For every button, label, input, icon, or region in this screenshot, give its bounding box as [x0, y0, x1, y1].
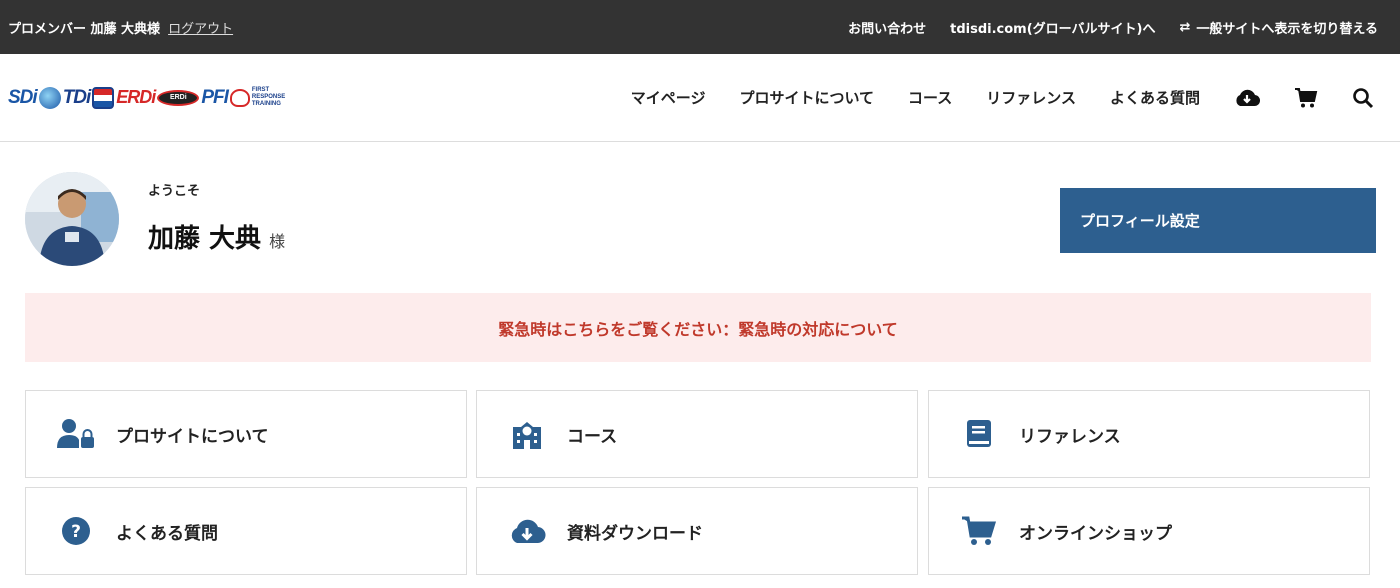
school-icon — [507, 414, 547, 454]
user-lock-icon — [56, 414, 96, 454]
emergency-alert-link[interactable]: 緊急時はこちらをご覧ください：緊急時の対応について — [25, 293, 1371, 362]
global-site-link[interactable]: tdisdi.com(グローバルサイト)へ — [950, 18, 1155, 37]
first-response-heart-icon — [229, 88, 250, 107]
card-label: オンラインショップ — [1019, 523, 1172, 544]
logout-link[interactable]: ログアウト — [168, 18, 233, 37]
sdi-wave-emblem — [38, 86, 61, 109]
card-online-shop[interactable]: オンラインショップ — [928, 487, 1370, 575]
cloud-download-icon[interactable] — [1234, 88, 1260, 108]
svg-text:?: ? — [71, 522, 81, 542]
card-label: リファレンス — [1019, 426, 1121, 447]
erdi-oval-logo: ERDi — [157, 89, 200, 106]
book-icon — [959, 414, 999, 454]
main-nav: マイページ プロサイトについて コース リファレンス よくある質問 — [631, 87, 1400, 109]
nav-courses[interactable]: コース — [908, 87, 952, 108]
avatar — [25, 172, 119, 266]
nav-faq[interactable]: よくある質問 — [1110, 87, 1200, 108]
question-circle-icon: ? — [56, 511, 96, 551]
search-icon[interactable] — [1352, 87, 1374, 109]
member-label: プロメンバー 加藤 大典様 — [8, 21, 161, 37]
contact-link[interactable]: お問い合わせ — [848, 18, 926, 37]
switch-site-link[interactable]: ⇄ 一般サイトへ表示を切り替える — [1179, 18, 1378, 37]
first-response-logo: FIRST RESPONSE TRAINING — [251, 87, 286, 107]
card-faq[interactable]: ? よくある質問 — [25, 487, 467, 575]
nav-reference[interactable]: リファレンス — [986, 87, 1076, 108]
user-honorific: 様 — [269, 232, 286, 251]
nav-mypage[interactable]: マイページ — [631, 87, 706, 108]
switch-site-label: 一般サイトへ表示を切り替える — [1196, 21, 1378, 37]
brand-logos[interactable]: SDi TDi ERDi ERDi PFI FIRST RESPONSE TRA… — [0, 78, 304, 118]
card-label: よくある質問 — [116, 523, 218, 544]
tdi-logo: TDi — [62, 86, 92, 108]
card-downloads[interactable]: 資料ダウンロード — [476, 487, 918, 575]
card-label: 資料ダウンロード — [567, 523, 703, 544]
user-name: 加藤 大典 — [148, 224, 262, 254]
card-about-prosite[interactable]: プロサイトについて — [25, 390, 467, 478]
welcome-greeting: ようこそ — [148, 184, 201, 199]
sdi-logo: SDi — [8, 86, 38, 108]
card-label: コース — [567, 426, 618, 447]
nav-about-prosite[interactable]: プロサイトについて — [739, 87, 874, 108]
profile-settings-button[interactable]: プロフィール設定 — [1060, 188, 1376, 253]
pfi-logo: PFI — [201, 86, 229, 108]
cart-icon[interactable] — [1294, 87, 1318, 109]
card-reference[interactable]: リファレンス — [928, 390, 1370, 478]
flag-emblem-icon — [92, 86, 115, 109]
cloud-download-icon — [507, 511, 547, 551]
user-name-block: 加藤 大典 様 — [148, 218, 285, 255]
site-header: SDi TDi ERDi ERDi PFI FIRST RESPONSE TRA… — [0, 54, 1400, 142]
card-label: プロサイトについて — [116, 426, 269, 447]
card-courses[interactable]: コース — [476, 390, 918, 478]
erdi-logo: ERDi — [116, 87, 156, 107]
top-bar: プロメンバー 加藤 大典様 ログアウト お問い合わせ tdisdi.com(グロ… — [0, 0, 1400, 54]
switch-icon: ⇄ — [1179, 19, 1191, 35]
cart-icon — [959, 511, 999, 551]
